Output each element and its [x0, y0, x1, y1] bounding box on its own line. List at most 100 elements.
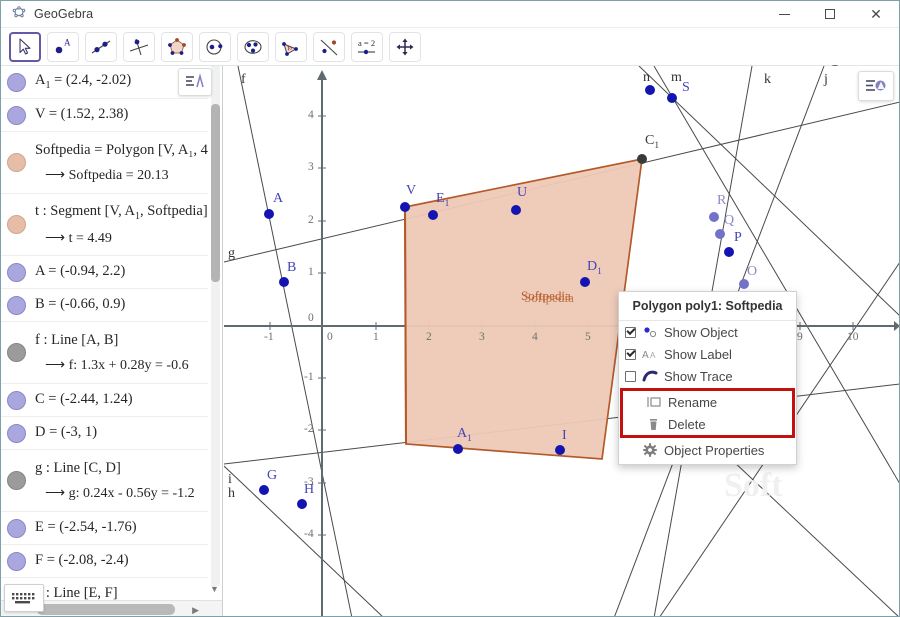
- algebra-row-body: f : Line [A, B] ⟶ f: 1.3x + 0.28y = -0.6: [35, 331, 189, 374]
- circle-center-point-tool[interactable]: [199, 32, 231, 62]
- object-visibility-toggle[interactable]: [7, 552, 26, 571]
- point-A1[interactable]: [453, 444, 463, 454]
- object-visibility-toggle[interactable]: [7, 471, 26, 490]
- algebra-row-text: V = (1.52, 2.38): [35, 105, 128, 125]
- graphics-canvas[interactable]: Soft: [224, 66, 900, 617]
- algebra-row-value: ⟶ t = 4.49: [35, 230, 208, 247]
- point-m-top[interactable]: [645, 85, 655, 95]
- polygon-softpedia: [405, 159, 642, 459]
- point-P[interactable]: [724, 247, 734, 257]
- object-visibility-toggle[interactable]: [7, 296, 26, 315]
- slider-a-equals-2-icon: a = 2: [354, 37, 380, 57]
- point-B[interactable]: [279, 277, 289, 287]
- object-visibility-toggle[interactable]: [7, 519, 26, 538]
- point-O[interactable]: [739, 279, 749, 289]
- algebra-row[interactable]: A = (-0.94, 2.2): [1, 256, 208, 289]
- menu-item-show-object[interactable]: Show Object: [619, 321, 796, 343]
- point-Q[interactable]: [715, 229, 725, 239]
- algebra-row[interactable]: D = (-3, 1): [1, 417, 208, 450]
- menu-item-show-trace[interactable]: Show Trace: [619, 365, 796, 387]
- object-visibility-toggle[interactable]: [7, 391, 26, 410]
- algebra-row[interactable]: F = (-2.08, -2.4): [1, 545, 208, 578]
- polygon-tool[interactable]: [161, 32, 193, 62]
- algebra-scroll-down-arrow[interactable]: ▼: [208, 583, 221, 596]
- point-tool[interactable]: A: [47, 32, 79, 62]
- menu-item-show-label[interactable]: A A Show Label: [619, 343, 796, 365]
- menu-item-object-properties[interactable]: Object Properties: [619, 439, 796, 461]
- object-visibility-toggle[interactable]: [7, 343, 26, 362]
- object-visibility-toggle[interactable]: [7, 215, 26, 234]
- context-menu: Polygon poly1: Softpedia Show Object A A…: [618, 291, 797, 465]
- algebra-row[interactable]: V = (1.52, 2.38): [1, 99, 208, 132]
- object-visibility-toggle[interactable]: [7, 263, 26, 282]
- close-button[interactable]: ✕: [853, 1, 899, 28]
- algebra-row[interactable]: Softpedia = Polygon [V, A₁, 4 ⟶ Softpedi…: [1, 132, 208, 194]
- point-C1[interactable]: [637, 154, 647, 164]
- point-U[interactable]: [511, 205, 521, 215]
- line-tool[interactable]: [85, 32, 117, 62]
- graphics-stylebar-icon: [864, 77, 888, 95]
- point-D1[interactable]: [580, 277, 590, 287]
- point-E1[interactable]: [428, 210, 438, 220]
- algebra-row-text: t : Segment [V, A1, Softpedia]: [35, 202, 208, 223]
- move-tool[interactable]: [9, 32, 41, 62]
- point-I[interactable]: [555, 445, 565, 455]
- gear-properties-icon: [641, 443, 660, 457]
- circle-with-center-icon: [204, 37, 226, 57]
- svg-text:α: α: [290, 46, 293, 51]
- perpendicular-line-icon: [128, 37, 150, 57]
- point-a-icon: A: [52, 37, 74, 57]
- graphics-view[interactable]: Soft -1 0 1 2 3 4 5 9 10 4 3 2 1 0 -1 -2…: [224, 66, 900, 617]
- object-visibility-toggle[interactable]: [7, 73, 26, 92]
- algebra-row[interactable]: t : Segment [V, A1, Softpedia] ⟶ t = 4.4…: [1, 194, 208, 256]
- point-V[interactable]: [400, 202, 410, 212]
- ellipse-tool[interactable]: [237, 32, 269, 62]
- algebra-hscrollbar-thumb[interactable]: [37, 604, 175, 615]
- slider-tool[interactable]: a = 2: [351, 32, 383, 62]
- point-A[interactable]: [264, 209, 274, 219]
- algebra-row[interactable]: f : Line [A, B] ⟶ f: 1.3x + 0.28y = -0.6: [1, 322, 208, 384]
- object-visibility-toggle[interactable]: [7, 153, 26, 172]
- show-label-checkbox[interactable]: [625, 349, 636, 360]
- menu-item-rename[interactable]: Rename: [623, 391, 792, 413]
- algebra-row[interactable]: E = (-2.54, -1.76): [1, 512, 208, 545]
- keyboard-icon: [9, 588, 39, 608]
- point-H[interactable]: [297, 499, 307, 509]
- algebra-row[interactable]: g : Line [C, D] ⟶ g: 0.24x - 0.56y = -1.…: [1, 450, 208, 512]
- close-icon: ✕: [870, 7, 882, 21]
- virtual-keyboard-button[interactable]: [4, 584, 44, 612]
- svg-text:A: A: [64, 37, 71, 47]
- algebra-row-value: ⟶ Softpedia = 20.13: [35, 167, 208, 184]
- menu-item-delete[interactable]: Delete: [623, 413, 792, 435]
- algebra-row-text: D = (-3, 1): [35, 423, 97, 443]
- point-G[interactable]: [259, 485, 269, 495]
- algebra-row-value: ⟶ g: 0.24x - 0.56y = -1.2: [35, 485, 195, 502]
- menu-item-label: Rename: [668, 395, 717, 410]
- context-menu-title: Polygon poly1: Softpedia: [619, 292, 796, 321]
- maximize-button[interactable]: [807, 1, 853, 28]
- show-object-checkbox[interactable]: [625, 327, 636, 338]
- move-graphics-view-tool[interactable]: [389, 32, 421, 62]
- polygon-icon: [166, 37, 188, 57]
- reflect-tool[interactable]: [313, 32, 345, 62]
- minimize-button[interactable]: [761, 1, 807, 28]
- algebra-hscroll-right-arrow[interactable]: ▶: [192, 605, 199, 616]
- show-trace-checkbox[interactable]: [625, 371, 636, 382]
- algebra-row[interactable]: A1 = (2.4, -2.02): [1, 66, 208, 99]
- geogebra-window: GeoGebra ✕ A: [0, 0, 900, 617]
- object-visibility-toggle[interactable]: [7, 106, 26, 125]
- object-visibility-toggle[interactable]: [7, 424, 26, 443]
- angle-tool[interactable]: α: [275, 32, 307, 62]
- perpendicular-line-tool[interactable]: [123, 32, 155, 62]
- algebra-stylebar-button[interactable]: [178, 68, 212, 96]
- show-label-aa-icon: A A: [641, 348, 660, 360]
- algebra-row-list: A1 = (2.4, -2.02) V = (1.52, 2.38) Softp…: [1, 66, 208, 611]
- point-S[interactable]: [667, 93, 677, 103]
- algebra-scrollbar-thumb[interactable]: [211, 104, 220, 282]
- graphics-stylebar-button[interactable]: [858, 71, 894, 101]
- algebra-row-text: B = (-0.66, 0.9): [35, 295, 125, 315]
- point-R[interactable]: [709, 212, 719, 222]
- algebra-row[interactable]: B = (-0.66, 0.9): [1, 289, 208, 322]
- algebra-row[interactable]: C = (-2.44, 1.24): [1, 384, 208, 417]
- arrow-cursor-icon: [15, 37, 35, 57]
